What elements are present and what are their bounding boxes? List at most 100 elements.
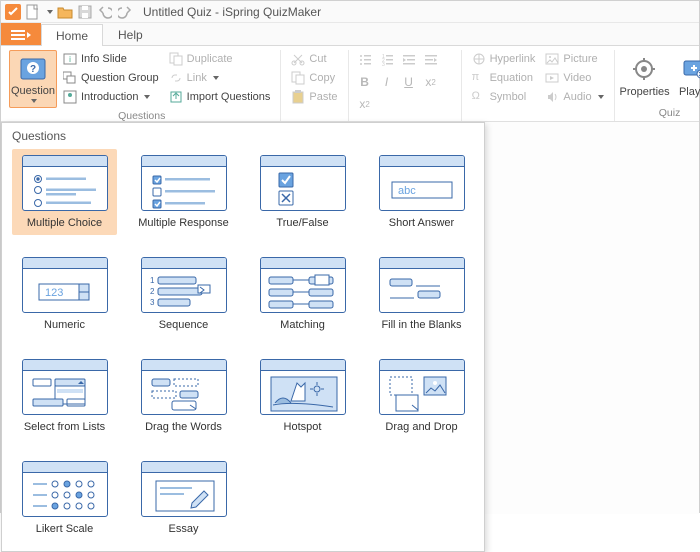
qlabel: Multiple Choice — [27, 217, 102, 229]
player-button[interactable]: Player — [671, 50, 700, 105]
link-button[interactable]: Link — [165, 69, 275, 87]
question-icon: ? — [19, 55, 47, 83]
svg-text:3: 3 — [382, 62, 385, 67]
tab-help[interactable]: Help — [103, 23, 158, 45]
numbering-icon[interactable]: 123 — [377, 50, 397, 70]
chevron-down-icon — [144, 95, 150, 99]
symbol-icon: Ω — [472, 90, 486, 104]
duplicate-button[interactable]: Duplicate — [165, 50, 275, 68]
duplicate-label: Duplicate — [187, 53, 233, 65]
info-slide-button[interactable]: i Info Slide — [59, 50, 163, 68]
dropdown-title: Questions — [12, 129, 474, 143]
qtype-sequence[interactable]: 123 Sequence — [131, 251, 236, 337]
svg-text:i: i — [69, 55, 71, 64]
svg-text:abc: abc — [398, 185, 416, 197]
paste-button[interactable]: Paste — [287, 88, 341, 106]
chevron-down-icon — [31, 99, 37, 103]
qtype-hotspot[interactable]: Hotspot — [250, 353, 355, 439]
qtype-matching[interactable]: Matching — [250, 251, 355, 337]
chevron-down-icon — [213, 76, 219, 80]
open-icon[interactable] — [57, 4, 73, 20]
qtype-multiple-choice[interactable]: Multiple Choice — [12, 149, 117, 235]
audio-label: Audio — [563, 91, 591, 103]
indent-icon[interactable] — [421, 50, 441, 70]
video-icon — [545, 71, 559, 85]
bold-icon[interactable]: B — [355, 72, 375, 92]
equation-icon: π — [472, 71, 486, 85]
qlabel: Likert Scale — [36, 523, 93, 535]
subscript-icon[interactable]: x2 — [421, 72, 441, 92]
chevron-down-icon — [598, 95, 604, 99]
cut-button[interactable]: Cut — [287, 50, 341, 68]
ribbon-tabs: Home Help — [1, 23, 699, 46]
question-button[interactable]: ? Question — [9, 50, 57, 108]
equation-button[interactable]: π Equation — [468, 69, 540, 87]
ribbon: ? Question i Info Slide Question Group I… — [1, 46, 699, 122]
ribbon-group-questions: ? Question i Info Slide Question Group I… — [3, 50, 281, 121]
ribbon-group-insert: Hyperlink π Equation Ω Symbol Picture — [462, 50, 615, 121]
qtype-likert[interactable]: Likert Scale — [12, 455, 117, 541]
import-questions-label: Import Questions — [187, 91, 271, 103]
superscript-icon[interactable]: x2 — [355, 94, 375, 114]
underline-icon[interactable]: U — [399, 72, 419, 92]
player-label: Player — [679, 86, 700, 98]
qtype-multiple-response[interactable]: Multiple Response — [131, 149, 236, 235]
paste-icon — [291, 90, 305, 104]
question-group-button[interactable]: Question Group — [59, 69, 163, 87]
info-slide-icon: i — [63, 52, 77, 66]
ribbon-group-clipboard: Cut Copy Paste — [281, 50, 348, 121]
qlabel: Essay — [169, 523, 199, 535]
qtype-essay[interactable]: Essay — [131, 455, 236, 541]
italic-icon[interactable]: I — [377, 72, 397, 92]
import-icon — [169, 90, 183, 104]
properties-label: Properties — [620, 86, 670, 98]
video-button[interactable]: Video — [541, 69, 607, 87]
tab-home[interactable]: Home — [41, 24, 103, 46]
qtype-short-answer[interactable]: abc Short Answer — [369, 149, 474, 235]
audio-icon — [545, 90, 559, 104]
hyperlink-button[interactable]: Hyperlink — [468, 50, 540, 68]
hyperlink-label: Hyperlink — [490, 53, 536, 65]
qtype-fill-blanks[interactable]: Fill in the Blanks — [369, 251, 474, 337]
bullets-icon[interactable] — [355, 50, 375, 70]
picture-button[interactable]: Picture — [541, 50, 607, 68]
window-title: Untitled Quiz - iSpring QuizMaker — [143, 5, 321, 19]
qlabel: Multiple Response — [138, 217, 229, 229]
group-quiz-label: Quiz — [621, 105, 700, 121]
svg-text:3: 3 — [150, 298, 155, 307]
introduction-label: Introduction — [81, 91, 138, 103]
properties-button[interactable]: Properties — [621, 50, 669, 105]
audio-button[interactable]: Audio — [541, 88, 607, 106]
qtype-drag-drop[interactable]: Drag and Drop — [369, 353, 474, 439]
outdent-icon[interactable] — [399, 50, 419, 70]
undo-icon[interactable] — [97, 4, 113, 20]
copy-label: Copy — [309, 72, 335, 84]
cut-icon — [291, 52, 305, 66]
qlabel: True/False — [276, 217, 328, 229]
question-group-label: Question Group — [81, 72, 159, 84]
question-group-icon — [63, 71, 77, 85]
qtype-drag-words[interactable]: Drag the Words — [131, 353, 236, 439]
file-tab[interactable] — [1, 23, 41, 45]
ribbon-group-quiz: Properties Player Quiz — [615, 50, 700, 121]
introduction-icon — [63, 90, 77, 104]
qtype-numeric[interactable]: 123 Numeric — [12, 251, 117, 337]
qlabel: Short Answer — [389, 217, 454, 229]
duplicate-icon — [169, 52, 183, 66]
symbol-button[interactable]: Ω Symbol — [468, 88, 540, 106]
titlebar: Untitled Quiz - iSpring QuizMaker — [1, 1, 699, 23]
copy-button[interactable]: Copy — [287, 69, 341, 87]
new-doc-icon[interactable] — [25, 4, 41, 20]
svg-text:?: ? — [30, 64, 36, 75]
new-doc-caret[interactable] — [47, 10, 53, 14]
qlabel: Drag and Drop — [385, 421, 457, 433]
qtype-select-lists[interactable]: Select from Lists — [12, 353, 117, 439]
qtype-true-false[interactable]: True/False — [250, 149, 355, 235]
cut-label: Cut — [309, 53, 326, 65]
import-questions-button[interactable]: Import Questions — [165, 88, 275, 106]
redo-icon[interactable] — [117, 4, 133, 20]
question-label: Question — [11, 85, 55, 97]
introduction-button[interactable]: Introduction — [59, 88, 163, 106]
video-label: Video — [563, 72, 591, 84]
save-icon[interactable] — [77, 4, 93, 20]
